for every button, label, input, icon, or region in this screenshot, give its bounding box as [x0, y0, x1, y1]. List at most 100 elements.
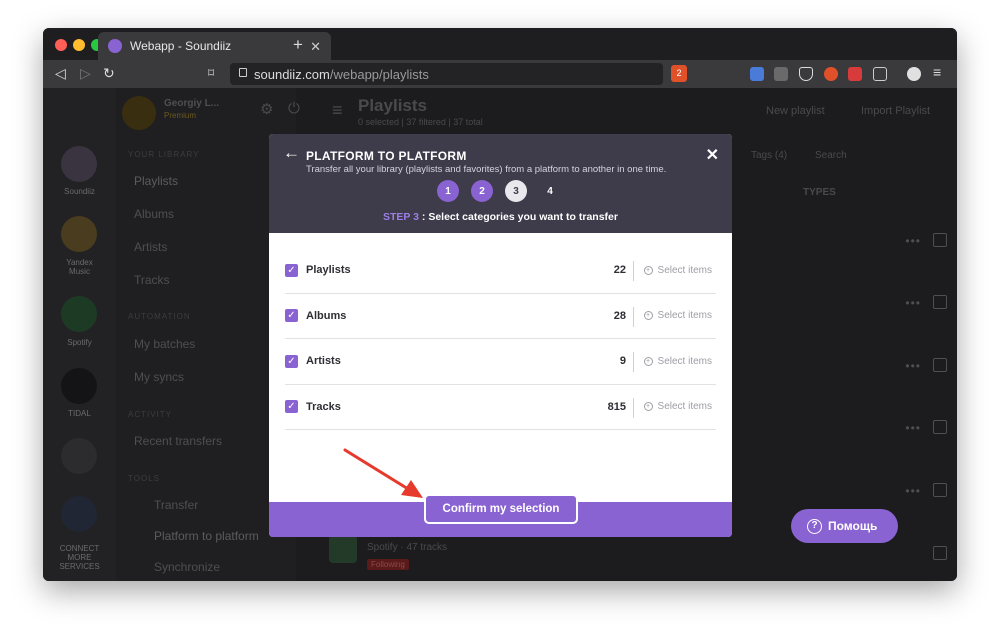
close-window-button[interactable] — [55, 39, 67, 51]
brave-shield-icon[interactable]: 2 — [671, 65, 687, 82]
sidebar-heading-automation: AUTOMATION — [128, 312, 191, 321]
menu-icon[interactable]: ≡ — [933, 64, 941, 80]
service-label: Soundiiz — [64, 187, 95, 196]
service-label: TIDAL — [68, 409, 91, 418]
sidebar-item-batches[interactable]: My batches — [134, 337, 195, 351]
category-label: Playlists — [306, 264, 351, 277]
row-checkbox[interactable] — [933, 295, 947, 309]
step-2[interactable]: 2 — [471, 180, 493, 202]
help-button[interactable]: ? Помощь — [791, 509, 898, 543]
back-icon[interactable]: ◁ — [55, 65, 66, 82]
translate-extension-icon[interactable] — [750, 67, 764, 81]
soundiiz-service-icon[interactable] — [61, 146, 97, 182]
sidebar-heading-tools: TOOLS — [128, 474, 160, 483]
bookmark-icon[interactable]: ⌑ — [208, 66, 214, 80]
sidebar-item-transfer[interactable]: Transfer — [154, 498, 198, 512]
question-icon: ? — [807, 518, 822, 534]
user-avatar[interactable] — [122, 96, 156, 130]
add-service-icon[interactable] — [61, 438, 97, 474]
profile-avatar-icon[interactable] — [907, 67, 921, 81]
row-checkbox[interactable] — [933, 233, 947, 247]
select-items-label: Select items — [657, 401, 712, 413]
tab-close-icon[interactable]: ✕ — [310, 39, 321, 55]
lock-icon — [239, 68, 247, 77]
category-count: 815 — [607, 400, 626, 413]
row-checkbox[interactable] — [933, 420, 947, 434]
screenshot-extension-icon[interactable] — [873, 67, 887, 81]
tags-filter[interactable]: Tags (4) — [751, 150, 787, 161]
extension-icon-2[interactable] — [848, 67, 862, 81]
extension-icon[interactable] — [824, 67, 838, 81]
albums-checkbox[interactable]: ✓ — [285, 309, 298, 323]
sidebar-item-artists[interactable]: Artists — [134, 240, 167, 254]
browser-window: Webapp - Soundiiz ✕ + ◁ ▷ ↻ ⌑ soundiiz.c… — [43, 28, 957, 581]
category-label: Albums — [306, 309, 347, 322]
row-checkbox[interactable] — [933, 358, 947, 372]
ublock-extension-icon[interactable] — [774, 67, 788, 81]
connect-service-icon[interactable] — [61, 496, 97, 532]
search-input[interactable]: Search — [815, 150, 847, 161]
service-rail: Soundiiz Yandex Music Spotify TIDAL CONN… — [43, 88, 116, 581]
row-menu-icon[interactable]: ••• — [905, 234, 921, 248]
category-row-tracks: ✓ Tracks 815 + Select items — [285, 385, 716, 430]
spotify-service-icon[interactable] — [61, 296, 97, 332]
service-label: Spotify — [67, 338, 92, 347]
url-bar[interactable]: soundiiz.com/webapp/playlists — [230, 63, 663, 85]
playlists-checkbox[interactable]: ✓ — [285, 263, 298, 277]
user-plan: Premium — [164, 111, 197, 120]
url-path: /webapp/playlists — [329, 66, 429, 82]
category-row-albums: ✓ Albums 28 + Select items — [285, 294, 716, 339]
playlist-service: Spotify — [367, 542, 398, 553]
sidebar-heading-library: YOUR LIBRARY — [128, 150, 200, 159]
tab-title: Webapp - Soundiiz — [130, 39, 232, 53]
plus-circle-icon: + — [643, 402, 653, 412]
sidebar-item-platform[interactable]: Platform to platform — [154, 529, 259, 543]
yandex-music-service-icon[interactable] — [61, 216, 97, 252]
pocket-extension-icon[interactable] — [799, 67, 813, 81]
row-checkbox[interactable] — [933, 483, 947, 497]
select-items-link[interactable]: + Select items — [643, 401, 712, 413]
row-menu-icon[interactable]: ••• — [905, 359, 921, 373]
power-icon[interactable]: ⏻ — [288, 100, 300, 117]
step-1[interactable]: 1 — [437, 180, 459, 202]
import-playlist-button[interactable]: Import Playlist — [861, 105, 930, 117]
page-title: Playlists — [358, 96, 427, 115]
select-items-link[interactable]: + Select items — [643, 356, 712, 367]
settings-icon[interactable]: ⚙ — [260, 100, 273, 118]
category-count: 9 — [619, 355, 626, 368]
sidebar-item-recent[interactable]: Recent transfers — [134, 434, 222, 448]
select-items-link[interactable]: + Select items — [643, 264, 712, 276]
row-menu-icon[interactable]: ••• — [905, 484, 921, 498]
category-count: 28 — [613, 309, 626, 322]
service-label: Yandex Music — [66, 258, 93, 276]
select-items-label: Select items — [657, 310, 712, 322]
divider — [633, 352, 634, 372]
sidebar-item-syncs[interactable]: My syncs — [134, 370, 184, 384]
tracks-checkbox[interactable]: ✓ — [285, 400, 298, 414]
new-playlist-button[interactable]: New playlist — [766, 105, 825, 117]
sidebar-item-playlists[interactable]: Playlists — [134, 174, 178, 188]
sidebar-item-synchronize[interactable]: Synchronize — [154, 560, 220, 574]
spotify-playlist-cover — [329, 535, 357, 563]
sidebar-item-tracks[interactable]: Tracks — [134, 273, 170, 287]
plus-circle-icon: + — [643, 311, 653, 321]
step-text: : Select categories you want to transfer — [419, 211, 618, 223]
row-checkbox[interactable] — [933, 546, 947, 560]
new-tab-icon[interactable]: + — [293, 35, 303, 55]
artists-checkbox[interactable]: ✓ — [285, 354, 298, 368]
minimize-window-button[interactable] — [73, 39, 85, 51]
connect-more-label: CONNECT MORE SERVICES — [59, 544, 100, 571]
hamburger-icon[interactable]: ≡ — [332, 100, 343, 121]
modal-header: ← PLATFORM TO PLATFORM Transfer all your… — [269, 134, 732, 233]
select-items-label: Select items — [657, 264, 712, 276]
tidal-service-icon[interactable] — [61, 368, 97, 404]
back-arrow-icon[interactable]: ← — [283, 143, 300, 163]
row-menu-icon[interactable]: ••• — [905, 421, 921, 435]
reload-icon[interactable]: ↻ — [103, 65, 115, 82]
playlist-track-count: 47 tracks — [406, 542, 448, 553]
sidebar-item-albums[interactable]: Albums — [134, 207, 174, 221]
forward-icon[interactable]: ▷ — [80, 65, 91, 82]
select-items-link[interactable]: + Select items — [643, 310, 712, 322]
row-menu-icon[interactable]: ••• — [905, 296, 921, 310]
close-icon[interactable]: ✕ — [706, 145, 719, 165]
